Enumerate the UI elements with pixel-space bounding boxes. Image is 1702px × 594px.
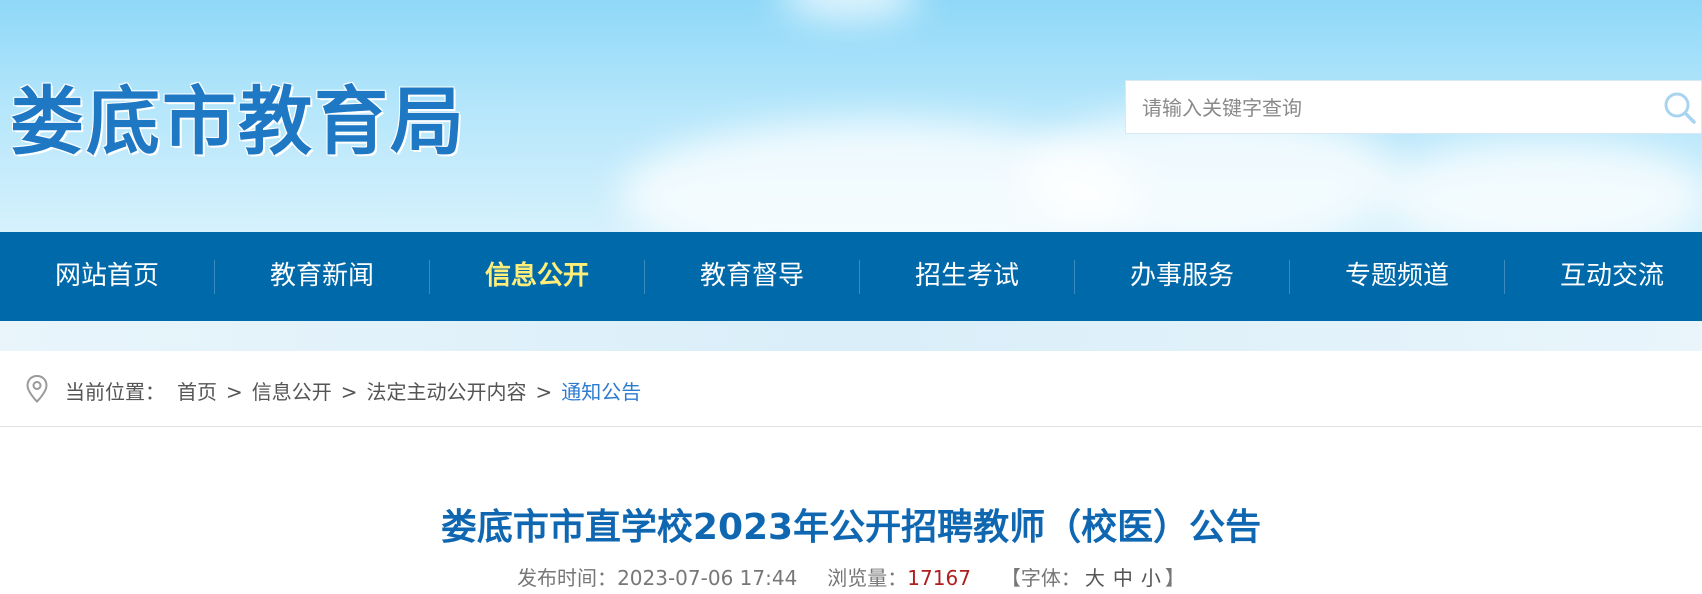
breadcrumb-label: 当前位置： bbox=[65, 380, 165, 404]
breadcrumb-links: 首页 > 信息公开 > 法定主动公开内容 > 通知公告 bbox=[177, 376, 641, 405]
search-box bbox=[1125, 80, 1702, 135]
article-title: 娄底市市直学校2023年公开招聘教师（校医）公告 bbox=[440, 507, 1262, 548]
nav-item-education-news[interactable]: 教育新闻 bbox=[215, 232, 429, 321]
publish-time-label: 发布时间： bbox=[517, 566, 618, 590]
nav-item-interaction[interactable]: 互动交流 bbox=[1505, 232, 1702, 321]
breadcrumb-separator: > bbox=[226, 380, 243, 404]
article-meta: 发布时间：2023-07-06 17:44 浏览量：17167 【字体：大中小】 bbox=[0, 562, 1702, 591]
site-title[interactable]: 娄底市教育局 bbox=[10, 62, 466, 169]
sky-cloud bbox=[1380, 140, 1702, 232]
breadcrumb-separator: > bbox=[340, 380, 358, 404]
publish-time: 2023-07-06 17:44 bbox=[617, 566, 798, 590]
site-header: 娄底市教育局 bbox=[0, 0, 1702, 232]
breadcrumb-separator: > bbox=[535, 380, 553, 404]
font-size-large-button[interactable]: 大 bbox=[1085, 566, 1105, 590]
search-input[interactable] bbox=[1140, 81, 1624, 135]
breadcrumb-item-notices[interactable]: 通知公告 bbox=[561, 380, 641, 404]
font-size-close: 】 bbox=[1164, 566, 1185, 590]
breadcrumb-item-statutory-content[interactable]: 法定主动公开内容 bbox=[367, 380, 527, 404]
font-size-open: 【字体： bbox=[1000, 566, 1081, 590]
location-pin-icon bbox=[26, 375, 48, 403]
breadcrumb-item-info-disclosure[interactable]: 信息公开 bbox=[252, 380, 332, 404]
nav-item-special-topics[interactable]: 专题频道 bbox=[1290, 232, 1504, 321]
nav-item-services[interactable]: 办事服务 bbox=[1075, 232, 1289, 321]
font-size-small-button[interactable]: 小 bbox=[1141, 566, 1161, 590]
breadcrumb-item-home[interactable]: 首页 bbox=[177, 380, 217, 404]
nav-item-admissions-exams[interactable]: 招生考试 bbox=[860, 232, 1074, 321]
nav-item-education-supervision[interactable]: 教育督导 bbox=[645, 232, 859, 321]
views-label: 浏览量： bbox=[827, 566, 908, 590]
nav-item-info-disclosure[interactable]: 信息公开 bbox=[430, 232, 644, 321]
sky-cloud bbox=[780, 0, 920, 20]
view-count: 17167 bbox=[907, 566, 971, 590]
search-icon[interactable] bbox=[1662, 90, 1698, 126]
nav-item-home[interactable]: 网站首页 bbox=[0, 232, 214, 321]
decorative-band bbox=[0, 321, 1702, 351]
breadcrumb: 当前位置： 首页 > 信息公开 > 法定主动公开内容 > 通知公告 bbox=[0, 351, 1702, 427]
font-size-medium-button[interactable]: 中 bbox=[1113, 566, 1133, 590]
main-nav: 网站首页 教育新闻 信息公开 教育督导 招生考试 办事服务 专题频道 互动交流 bbox=[0, 232, 1702, 321]
